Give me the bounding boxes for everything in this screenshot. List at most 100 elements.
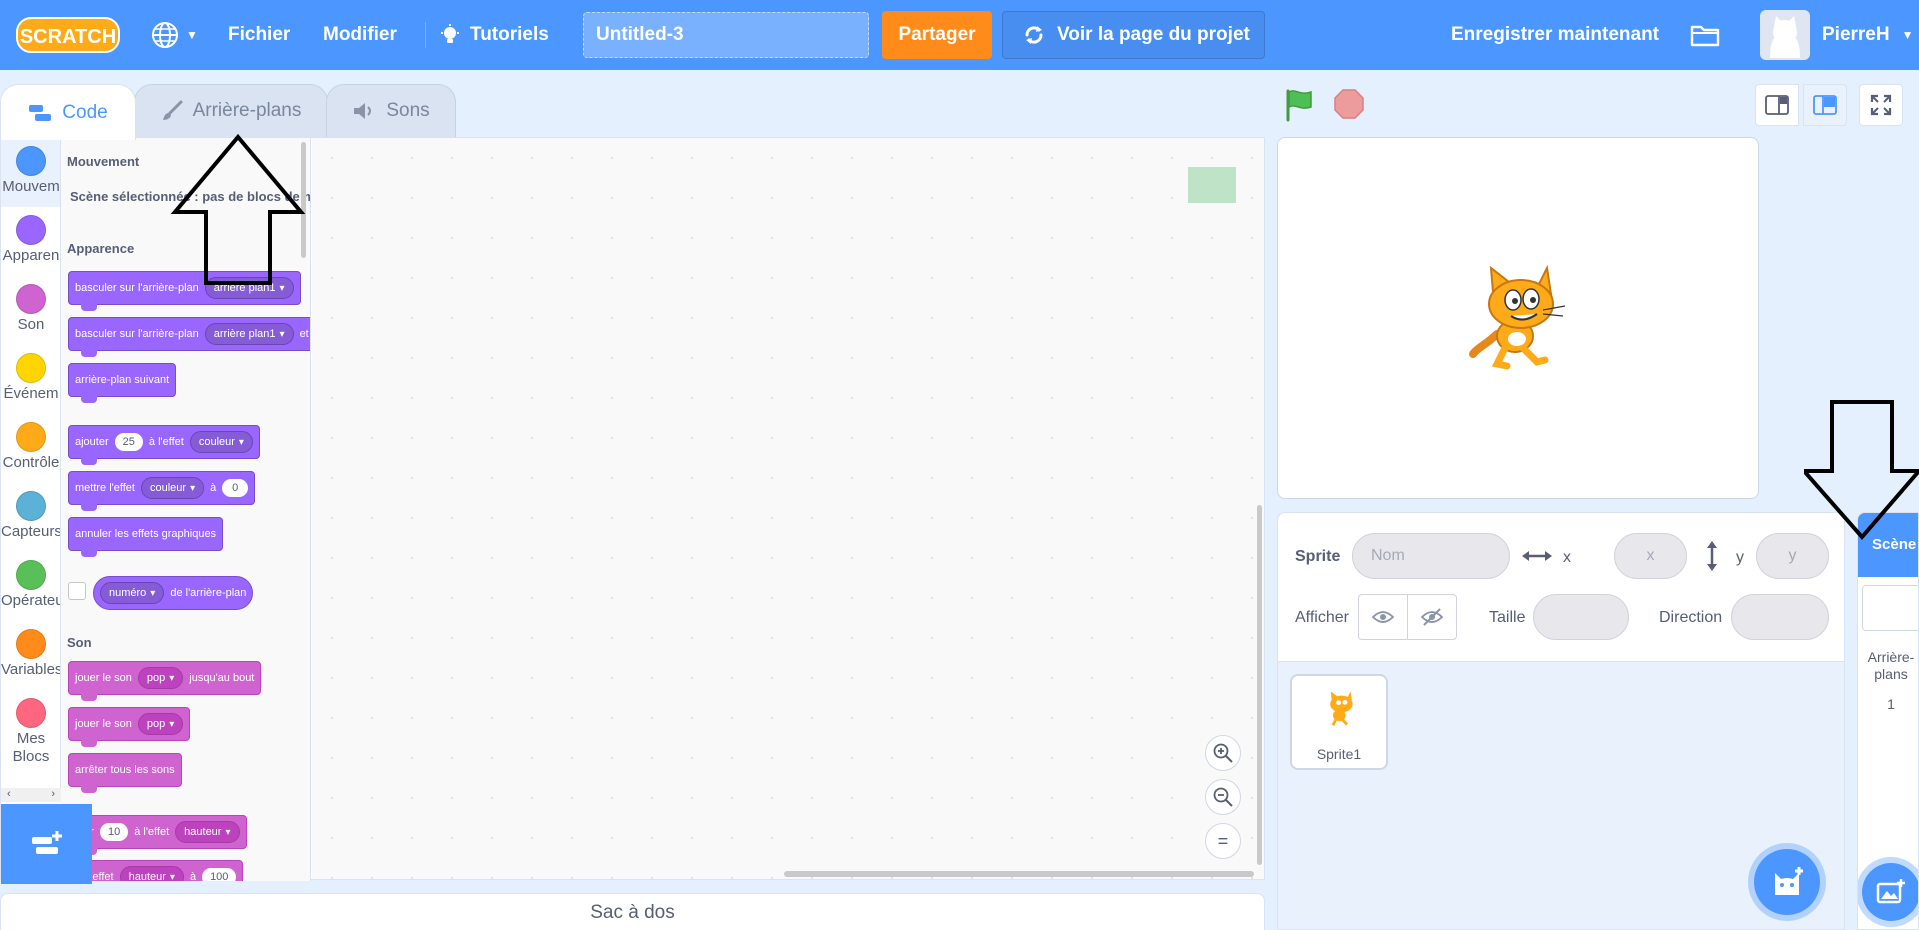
- tab-code[interactable]: Code: [0, 84, 136, 140]
- tab-code-label: Code: [62, 101, 108, 123]
- sprite-list: Sprite1: [1277, 661, 1845, 930]
- green-flag-icon[interactable]: [1283, 88, 1317, 122]
- block-switch-backdrop[interactable]: basculer sur l'arrière-plan arrière plan…: [68, 271, 301, 311]
- category-operators[interactable]: Opérateu: [1, 552, 60, 621]
- tab-sounds[interactable]: Sons: [326, 84, 456, 138]
- category-sensing[interactable]: Capteurs: [1, 483, 60, 552]
- workspace-vertical-scrollbar[interactable]: [1257, 505, 1262, 865]
- category-my-blocks[interactable]: Mes Blocs: [1, 690, 60, 780]
- category-motion[interactable]: Mouvem: [1, 138, 60, 207]
- category-menu: Mouvem Apparen Son Événem Contrôle Capte…: [1, 138, 61, 788]
- block-next-backdrop[interactable]: arrière-plan suivant: [68, 363, 177, 403]
- sound-dropdown[interactable]: pop: [137, 713, 184, 735]
- backdrop-dropdown[interactable]: arrière plan1: [204, 277, 294, 299]
- block-start-sound[interactable]: jouer le son pop: [68, 707, 191, 747]
- sprite-tile[interactable]: Sprite1: [1290, 674, 1388, 770]
- number-input[interactable]: 10: [99, 823, 129, 841]
- zoom-out-button[interactable]: [1205, 779, 1241, 815]
- sound-dropdown[interactable]: pop: [137, 667, 184, 689]
- sprite-name-input[interactable]: Nom: [1352, 533, 1510, 579]
- horizontal-arrows-icon: [1522, 551, 1552, 561]
- stop-icon[interactable]: [1334, 89, 1364, 119]
- show-sprite-button[interactable]: [1358, 594, 1408, 640]
- palette-heading-sound: Son: [67, 635, 92, 650]
- backpack[interactable]: Sac à dos: [0, 893, 1265, 930]
- direction-label: Direction: [1659, 609, 1723, 626]
- effect-dropdown[interactable]: couleur: [140, 477, 205, 499]
- hide-sprite-button[interactable]: [1407, 594, 1457, 640]
- scroll-left-icon[interactable]: ‹: [7, 788, 11, 802]
- number-input[interactable]: 0: [222, 479, 249, 497]
- save-now-button[interactable]: Enregistrer maintenant: [1451, 0, 1659, 70]
- file-menu[interactable]: Fichier: [228, 0, 290, 70]
- paintbrush-icon: [162, 100, 183, 120]
- palette-heading-motion: Mouvement: [67, 154, 140, 169]
- workspace-horizontal-scrollbar[interactable]: [784, 871, 1254, 877]
- show-label: Afficher: [1295, 609, 1349, 626]
- project-title-input[interactable]: [583, 12, 869, 58]
- large-stage-button[interactable]: [1803, 84, 1847, 126]
- block-text: jouer le son: [75, 718, 132, 730]
- share-button[interactable]: Partager: [882, 11, 992, 59]
- block-set-sound-effect[interactable]: re l'effet hauteur à 100: [68, 860, 244, 881]
- backdrop-dropdown[interactable]: arrière plan1: [204, 323, 294, 345]
- tutorials-label: Tutoriels: [470, 24, 549, 45]
- add-extension-button[interactable]: [1, 804, 92, 884]
- see-project-page-button[interactable]: Voir la page du projet: [1002, 11, 1265, 59]
- block-set-effect[interactable]: mettre l'effet couleur à 0: [68, 471, 256, 511]
- direction-input[interactable]: [1731, 594, 1829, 640]
- number-name-dropdown[interactable]: numéro: [100, 582, 165, 604]
- category-variables-dot: [16, 629, 46, 659]
- block-play-sound-until-done[interactable]: jouer le son pop jusqu'au bout: [68, 661, 262, 701]
- block-backdrop-number-reporter[interactable]: numéro de l'arrière-plan: [93, 576, 254, 610]
- stage-target-pane[interactable]: Scène Arrière-plans 1: [1857, 512, 1919, 930]
- sound-effect-dropdown[interactable]: hauteur: [119, 866, 184, 881]
- script-workspace[interactable]: =: [312, 138, 1264, 879]
- block-text: jouer le son: [75, 672, 132, 684]
- tab-backdrops[interactable]: Arrière-plans: [134, 84, 328, 138]
- cat-sprite-icon[interactable]: [1467, 264, 1567, 372]
- block-switch-backdrop-and-wait[interactable]: basculer sur l'arrière-plan arrière plan…: [68, 317, 310, 357]
- block-change-sound-effect[interactable]: uter 10 à l'effet hauteur: [68, 815, 247, 855]
- choose-sprite-button[interactable]: [1754, 849, 1820, 915]
- block-change-effect[interactable]: ajouter 25 à l'effet couleur: [68, 425, 260, 465]
- palette-heading-looks: Apparence: [67, 241, 135, 256]
- edit-menu[interactable]: Modifier: [323, 0, 397, 70]
- category-control[interactable]: Contrôle: [1, 414, 60, 483]
- category-looks[interactable]: Apparen: [1, 207, 60, 276]
- x-position-input[interactable]: x: [1614, 533, 1687, 579]
- block-text: ajouter: [75, 436, 109, 448]
- category-scrollbar[interactable]: ‹ ›: [1, 788, 61, 802]
- category-sound[interactable]: Son: [1, 276, 60, 345]
- account-menu[interactable]: PierreH ▼: [1760, 10, 1914, 60]
- cat-sprite-thumbnail-icon: [1330, 691, 1353, 726]
- number-input[interactable]: 100: [202, 868, 237, 881]
- remix-arrows-icon: [1025, 26, 1043, 44]
- zoom-reset-button[interactable]: =: [1205, 823, 1241, 859]
- sound-effect-dropdown[interactable]: hauteur: [175, 821, 240, 843]
- effect-dropdown[interactable]: couleur: [189, 431, 253, 453]
- category-events[interactable]: Événem: [1, 345, 60, 414]
- block-text: basculer sur l'arrière-plan: [75, 328, 199, 340]
- backdrops-count: 1: [1887, 696, 1895, 712]
- scroll-right-icon[interactable]: ›: [51, 788, 55, 802]
- block-stop-all-sounds[interactable]: arrêter tous les sons: [68, 753, 182, 793]
- palette-scrollbar[interactable]: [301, 142, 306, 258]
- fullscreen-button[interactable]: [1859, 84, 1903, 126]
- category-variables[interactable]: Variables: [1, 621, 60, 690]
- y-position-input[interactable]: y: [1756, 533, 1829, 579]
- cat-avatar-icon: [1770, 16, 1800, 58]
- size-input[interactable]: [1533, 594, 1629, 640]
- tutorials-button[interactable]: Tutoriels: [440, 0, 549, 70]
- zoom-in-icon: [1213, 743, 1233, 763]
- folder-icon[interactable]: [1690, 22, 1720, 48]
- backdrop-number-checkbox[interactable]: [68, 582, 86, 600]
- language-menu[interactable]: ▼: [150, 20, 198, 50]
- small-stage-icon: [1765, 95, 1789, 115]
- scratch-logo[interactable]: SCRATCH: [16, 14, 120, 56]
- zoom-in-button[interactable]: [1205, 735, 1241, 771]
- small-stage-button[interactable]: [1755, 84, 1799, 126]
- number-input[interactable]: 25: [114, 433, 143, 451]
- block-clear-effects[interactable]: annuler les effets graphiques: [68, 517, 224, 557]
- choose-backdrop-button[interactable]: [1862, 863, 1918, 921]
